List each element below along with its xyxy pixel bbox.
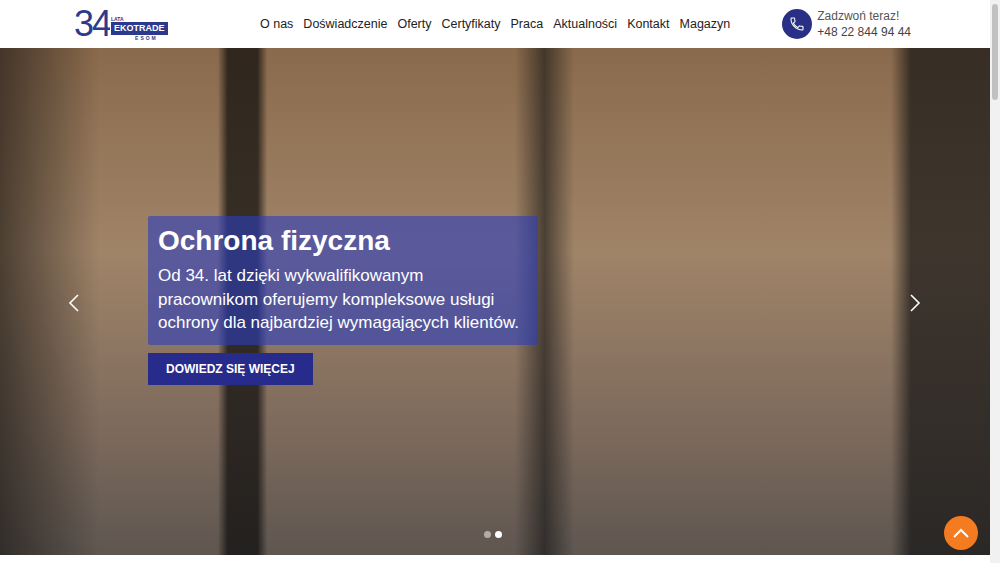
next-arrow-icon[interactable] <box>905 292 925 314</box>
nav-item[interactable]: Aktualności <box>553 17 617 31</box>
phone-icon <box>782 9 812 39</box>
slide-content: Ochrona fizyczna Od 34. lat dzięki wykwal… <box>148 216 538 385</box>
contact-label: Zadzwoń teraz! <box>817 8 911 24</box>
slide-box: Ochrona fizyczna Od 34. lat dzięki wykwal… <box>148 216 538 345</box>
contact-phone[interactable]: +48 22 844 94 44 <box>817 24 911 40</box>
scroll-top-icon[interactable] <box>944 516 978 550</box>
nav-item[interactable]: O nas <box>260 17 293 31</box>
contact-text: Zadzwoń teraz!+48 22 844 94 44 <box>817 8 911 40</box>
slider-dot[interactable] <box>484 531 491 538</box>
hero-slider: Ochrona fizyczna Od 34. lat dzięki wykwal… <box>0 48 990 555</box>
phone-icon <box>789 16 805 32</box>
nav: O nas Doświadczenie Oferty Certyfikaty Praca… <box>260 17 730 31</box>
more-button[interactable]: DOWIEDZ SIĘ WIĘCEJ <box>148 353 313 385</box>
scrollbar-thumb[interactable] <box>992 4 998 100</box>
logo-brand: EKOTRADE <box>111 22 168 35</box>
page: 34LATAEKOTRADEESOM O nas Doświadczenie Ofer… <box>0 0 1000 563</box>
nav-item[interactable]: Praca <box>511 17 544 31</box>
header: 34LATAEKOTRADEESOM O nas Doświadczenie Ofer… <box>0 0 990 48</box>
slide-title: Ochrona fizyczna <box>158 224 528 258</box>
nav-item[interactable]: Oferty <box>397 17 431 31</box>
slider-dots <box>484 531 502 538</box>
page-below <box>0 555 990 563</box>
nav-item[interactable]: Kontakt <box>627 17 669 31</box>
slide-text: Od 34. lat dzięki wykwalifikowanym praco… <box>158 264 528 335</box>
nav-item[interactable]: Magazyn <box>680 17 731 31</box>
prev-arrow-icon[interactable] <box>64 292 84 314</box>
scrollbar[interactable] <box>990 0 1000 563</box>
chevron-up-icon <box>952 527 970 539</box>
chevron-left-icon <box>68 293 80 313</box>
slider-dot[interactable] <box>495 531 502 538</box>
contact[interactable]: Zadzwoń teraz!+48 22 844 94 44 <box>782 8 911 40</box>
logo-sub: ESOM <box>135 35 158 41</box>
nav-item[interactable]: Doświadczenie <box>303 17 387 31</box>
main: 34LATAEKOTRADEESOM O nas Doświadczenie Ofer… <box>0 0 990 563</box>
chevron-right-icon <box>909 293 921 313</box>
logo-text: LATAEKOTRADEESOM <box>111 16 168 41</box>
nav-item[interactable]: Certyfikaty <box>441 17 500 31</box>
logo[interactable]: 34LATAEKOTRADEESOM <box>74 7 180 41</box>
logo-number: 34 <box>74 7 110 41</box>
